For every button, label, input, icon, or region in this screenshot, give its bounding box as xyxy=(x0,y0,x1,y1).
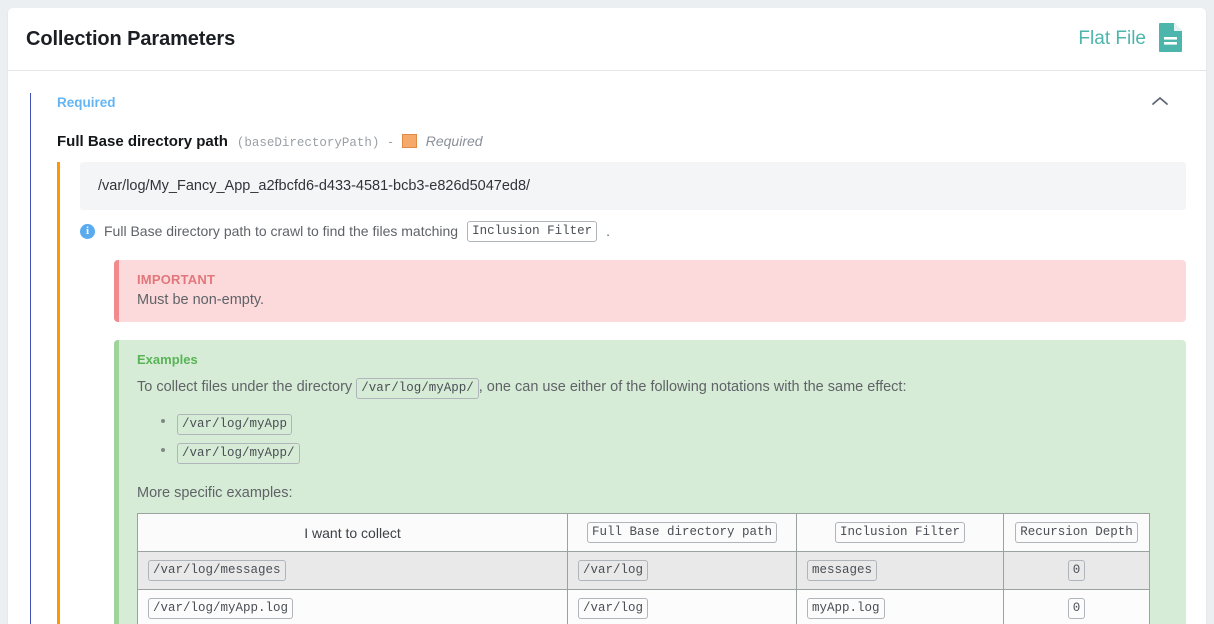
help-text-before: Full Base directory path to crawl to fin… xyxy=(104,223,458,239)
cell-collect: /var/log/messages xyxy=(138,552,568,590)
important-text: Must be non-empty. xyxy=(137,292,1168,308)
examples-title: Examples xyxy=(137,352,1168,367)
table-row: /var/log/messages /var/log messages 0 xyxy=(138,552,1150,590)
cell-collect: /var/log/myApp.log xyxy=(138,590,568,624)
parameter-help-text: i Full Base directory path to crawl to f… xyxy=(80,221,1206,242)
list-item: /var/log/myApp xyxy=(159,410,1168,436)
table-header-inclusion-chip: Inclusion Filter xyxy=(835,522,965,543)
document-icon[interactable] xyxy=(1158,22,1184,57)
parameter-base-directory-path: Full Base directory path (baseDirectoryP… xyxy=(57,132,1206,624)
collection-parameters-card: Collection Parameters Flat File Required xyxy=(8,8,1206,624)
cell-base: /var/log xyxy=(568,590,797,624)
cell-base-chip: /var/log xyxy=(578,598,648,619)
cell-depth-chip: 0 xyxy=(1068,560,1086,581)
parameter-body: /var/log/My_Fancy_App_a2fbcfd6-d433-4581… xyxy=(57,162,1206,624)
important-title: IMPORTANT xyxy=(137,272,1168,287)
table-header-row: I want to collect Full Base directory pa… xyxy=(138,514,1150,552)
cell-collect-chip: /var/log/myApp.log xyxy=(148,598,293,619)
list-item: /var/log/myApp/ xyxy=(159,439,1168,465)
cell-depth: 0 xyxy=(1004,552,1150,590)
cell-base: /var/log xyxy=(568,552,797,590)
table-header-base-chip: Full Base directory path xyxy=(587,522,777,543)
cell-depth: 0 xyxy=(1004,590,1150,624)
examples-callout: Examples To collect files under the dire… xyxy=(114,340,1186,624)
cell-base-chip: /var/log xyxy=(578,560,648,581)
page-background: Collection Parameters Flat File Required xyxy=(0,0,1214,624)
page-title: Collection Parameters xyxy=(26,28,235,51)
section-required: Required Full Base directory path (baseD… xyxy=(30,93,1206,624)
cell-inclusion: myApp.log xyxy=(797,590,1004,624)
section-title: Required xyxy=(57,93,116,110)
table-header-depth: Recursion Depth xyxy=(1004,514,1150,552)
important-callout: IMPORTANT Must be non-empty. xyxy=(114,260,1186,322)
notation-chip: /var/log/myApp xyxy=(177,414,292,435)
chevron-up-icon[interactable] xyxy=(1144,93,1176,109)
examples-notation-list: /var/log/myApp /var/log/myApp/ xyxy=(137,410,1168,464)
table-header-base: Full Base directory path xyxy=(568,514,797,552)
table-header-collect: I want to collect xyxy=(138,514,568,552)
cell-depth-chip: 0 xyxy=(1068,598,1086,619)
required-label: Required xyxy=(426,133,483,149)
cell-inclusion-chip: messages xyxy=(807,560,877,581)
cell-collect-chip: /var/log/messages xyxy=(148,560,286,581)
examples-intro-chip: /var/log/myApp/ xyxy=(356,378,479,399)
help-text-after: . xyxy=(606,223,610,239)
cell-inclusion: messages xyxy=(797,552,1004,590)
parameter-name: Full Base directory path xyxy=(57,133,228,150)
cell-inclusion-chip: myApp.log xyxy=(807,598,885,619)
header-right-group: Flat File xyxy=(1078,22,1184,57)
table-header-collect-label: I want to collect xyxy=(304,525,401,541)
parameter-separator: - xyxy=(388,134,392,149)
examples-table: I want to collect Full Base directory pa… xyxy=(137,513,1150,624)
card-header: Collection Parameters Flat File xyxy=(8,8,1206,71)
examples-intro-after: , one can use either of the following no… xyxy=(479,379,907,395)
inclusion-filter-chip: Inclusion Filter xyxy=(467,221,597,242)
info-icon: i xyxy=(80,224,95,239)
table-row: /var/log/myApp.log /var/log myApp.log 0 xyxy=(138,590,1150,624)
table-header-inclusion: Inclusion Filter xyxy=(797,514,1004,552)
flat-file-label[interactable]: Flat File xyxy=(1078,28,1146,50)
parameter-id: (baseDirectoryPath) xyxy=(237,136,380,150)
base-directory-path-input[interactable]: /var/log/My_Fancy_App_a2fbcfd6-d433-4581… xyxy=(80,162,1186,210)
parameter-title-row: Full Base directory path (baseDirectoryP… xyxy=(57,132,1206,150)
examples-intro-before: To collect files under the directory xyxy=(137,379,352,395)
more-examples-label: More specific examples: xyxy=(137,485,1168,501)
examples-intro: To collect files under the directory /va… xyxy=(137,376,1168,399)
required-badge-icon xyxy=(402,134,417,148)
table-header-depth-chip: Recursion Depth xyxy=(1015,522,1138,543)
section-header: Required xyxy=(57,93,1206,110)
notation-chip: /var/log/myApp/ xyxy=(177,443,300,464)
